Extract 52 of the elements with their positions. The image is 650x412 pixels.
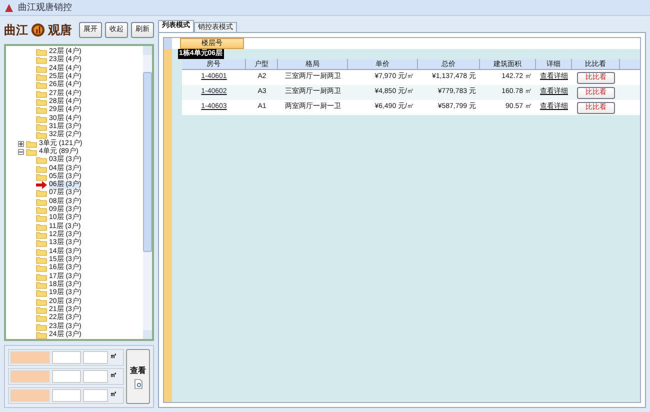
logo-text: 曲江 xyxy=(4,22,28,39)
document-search-icon xyxy=(134,378,142,388)
folder-icon xyxy=(36,106,47,114)
folder-icon xyxy=(36,256,47,264)
folder-icon xyxy=(36,222,47,231)
grid-corner xyxy=(164,38,172,49)
folder-icon xyxy=(36,64,47,73)
folder-icon xyxy=(36,206,47,214)
app-icon xyxy=(4,2,14,12)
folder-icon xyxy=(36,281,47,290)
folder-icon xyxy=(26,140,37,148)
folder-icon xyxy=(36,231,47,240)
input-field[interactable] xyxy=(10,370,50,383)
folder-icon xyxy=(26,148,37,156)
folder-icon xyxy=(36,314,47,322)
folder-icon xyxy=(36,189,47,198)
folder-icon xyxy=(36,298,47,306)
input-field[interactable] xyxy=(52,370,81,383)
input-field[interactable] xyxy=(83,370,108,383)
folder-icon xyxy=(36,90,47,98)
input-field[interactable] xyxy=(10,389,50,402)
input-field[interactable] xyxy=(83,351,108,364)
folder-icon xyxy=(36,48,47,56)
logo-icon xyxy=(31,22,45,38)
folder-icon xyxy=(36,214,47,222)
folder-icon xyxy=(36,156,47,164)
folder-icon xyxy=(36,264,47,272)
input-field[interactable] xyxy=(52,351,81,364)
folder-icon xyxy=(36,198,47,206)
folder-icon xyxy=(36,322,47,331)
folder-icon xyxy=(36,248,47,256)
collapse-icon[interactable] xyxy=(18,148,24,155)
folder-icon xyxy=(36,306,47,314)
folder-icon xyxy=(36,72,47,81)
window-title: 曲江观唐销控 xyxy=(18,0,72,14)
folder-icon xyxy=(36,239,47,248)
folder-icon xyxy=(36,272,47,281)
folder-icon xyxy=(36,172,47,181)
folder-icon xyxy=(36,289,47,298)
folder-icon xyxy=(36,114,47,123)
expand-icon[interactable] xyxy=(18,140,24,147)
input-field[interactable] xyxy=(83,389,108,402)
scrollbar[interactable] xyxy=(143,46,152,339)
folder-icon xyxy=(36,131,47,140)
folder-icon xyxy=(36,98,47,106)
input-field[interactable] xyxy=(52,389,81,402)
folder-icon xyxy=(36,81,47,90)
folder-icon xyxy=(36,122,47,131)
folder-icon xyxy=(36,56,47,64)
logo-text: 观唐 xyxy=(48,22,72,39)
view-button[interactable]: 查看 xyxy=(126,349,150,404)
input-field[interactable] xyxy=(10,351,50,364)
